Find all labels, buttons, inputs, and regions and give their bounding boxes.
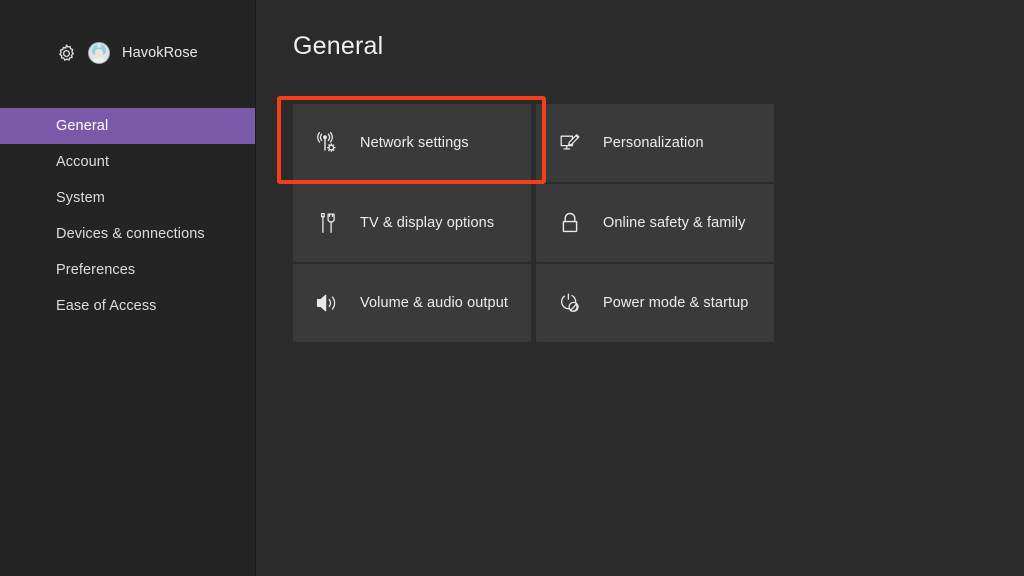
sidebar-nav: General Account System Devices & connect…	[0, 108, 256, 324]
network-antenna-gear-icon	[314, 130, 340, 156]
sidebar-item-devices-connections[interactable]: Devices & connections	[0, 216, 256, 252]
sidebar-item-label: Preferences	[56, 262, 136, 278]
avatar[interactable]	[88, 42, 110, 64]
hdmi-cable-icon	[314, 210, 340, 236]
profile-row[interactable]: HavokRose	[56, 41, 198, 65]
sidebar-item-ease-of-access[interactable]: Ease of Access	[0, 288, 256, 324]
tile-label: TV & display options	[360, 215, 495, 231]
tile-label: Power mode & startup	[603, 295, 749, 311]
avatar-body	[91, 57, 107, 63]
padlock-icon	[557, 210, 583, 236]
gear-icon[interactable]	[56, 43, 77, 64]
tile-tv-display-options[interactable]: TV & display options	[293, 184, 531, 262]
sidebar: HavokRose General Account System Devices…	[0, 0, 256, 576]
sidebar-item-preferences[interactable]: Preferences	[0, 252, 256, 288]
monitor-pen-icon	[557, 130, 583, 156]
tile-label: Volume & audio output	[360, 295, 509, 311]
sidebar-item-label: Devices & connections	[56, 226, 205, 242]
xbox-settings-screen: HavokRose General Account System Devices…	[0, 0, 1024, 576]
tile-power-mode-startup[interactable]: Power mode & startup	[536, 264, 774, 342]
sidebar-item-account[interactable]: Account	[0, 144, 256, 180]
sidebar-item-system[interactable]: System	[0, 180, 256, 216]
sidebar-item-label: Account	[56, 154, 110, 170]
profile-name: HavokRose	[122, 45, 198, 61]
speaker-volume-icon	[314, 290, 340, 316]
sidebar-item-general[interactable]: General	[0, 108, 256, 144]
avatar-tuft	[97, 43, 101, 48]
avatar-face	[95, 49, 103, 57]
tile-label: Online safety & family	[603, 215, 746, 231]
tile-label: Personalization	[603, 135, 704, 151]
sidebar-item-label: Ease of Access	[56, 298, 157, 314]
tile-personalization[interactable]: Personalization	[536, 104, 774, 182]
settings-tile-grid: Network settings Personalization TV & di…	[293, 104, 774, 342]
tile-volume-audio-output[interactable]: Volume & audio output	[293, 264, 531, 342]
tile-label: Network settings	[360, 135, 469, 151]
sidebar-item-label: System	[56, 190, 105, 206]
tile-network-settings[interactable]: Network settings	[293, 104, 531, 182]
content-pane: General Network settings Personalization…	[256, 0, 1024, 576]
tile-online-safety-family[interactable]: Online safety & family	[536, 184, 774, 262]
power-leaf-icon	[557, 290, 583, 316]
page-title: General	[293, 32, 384, 60]
sidebar-item-label: General	[56, 118, 109, 134]
